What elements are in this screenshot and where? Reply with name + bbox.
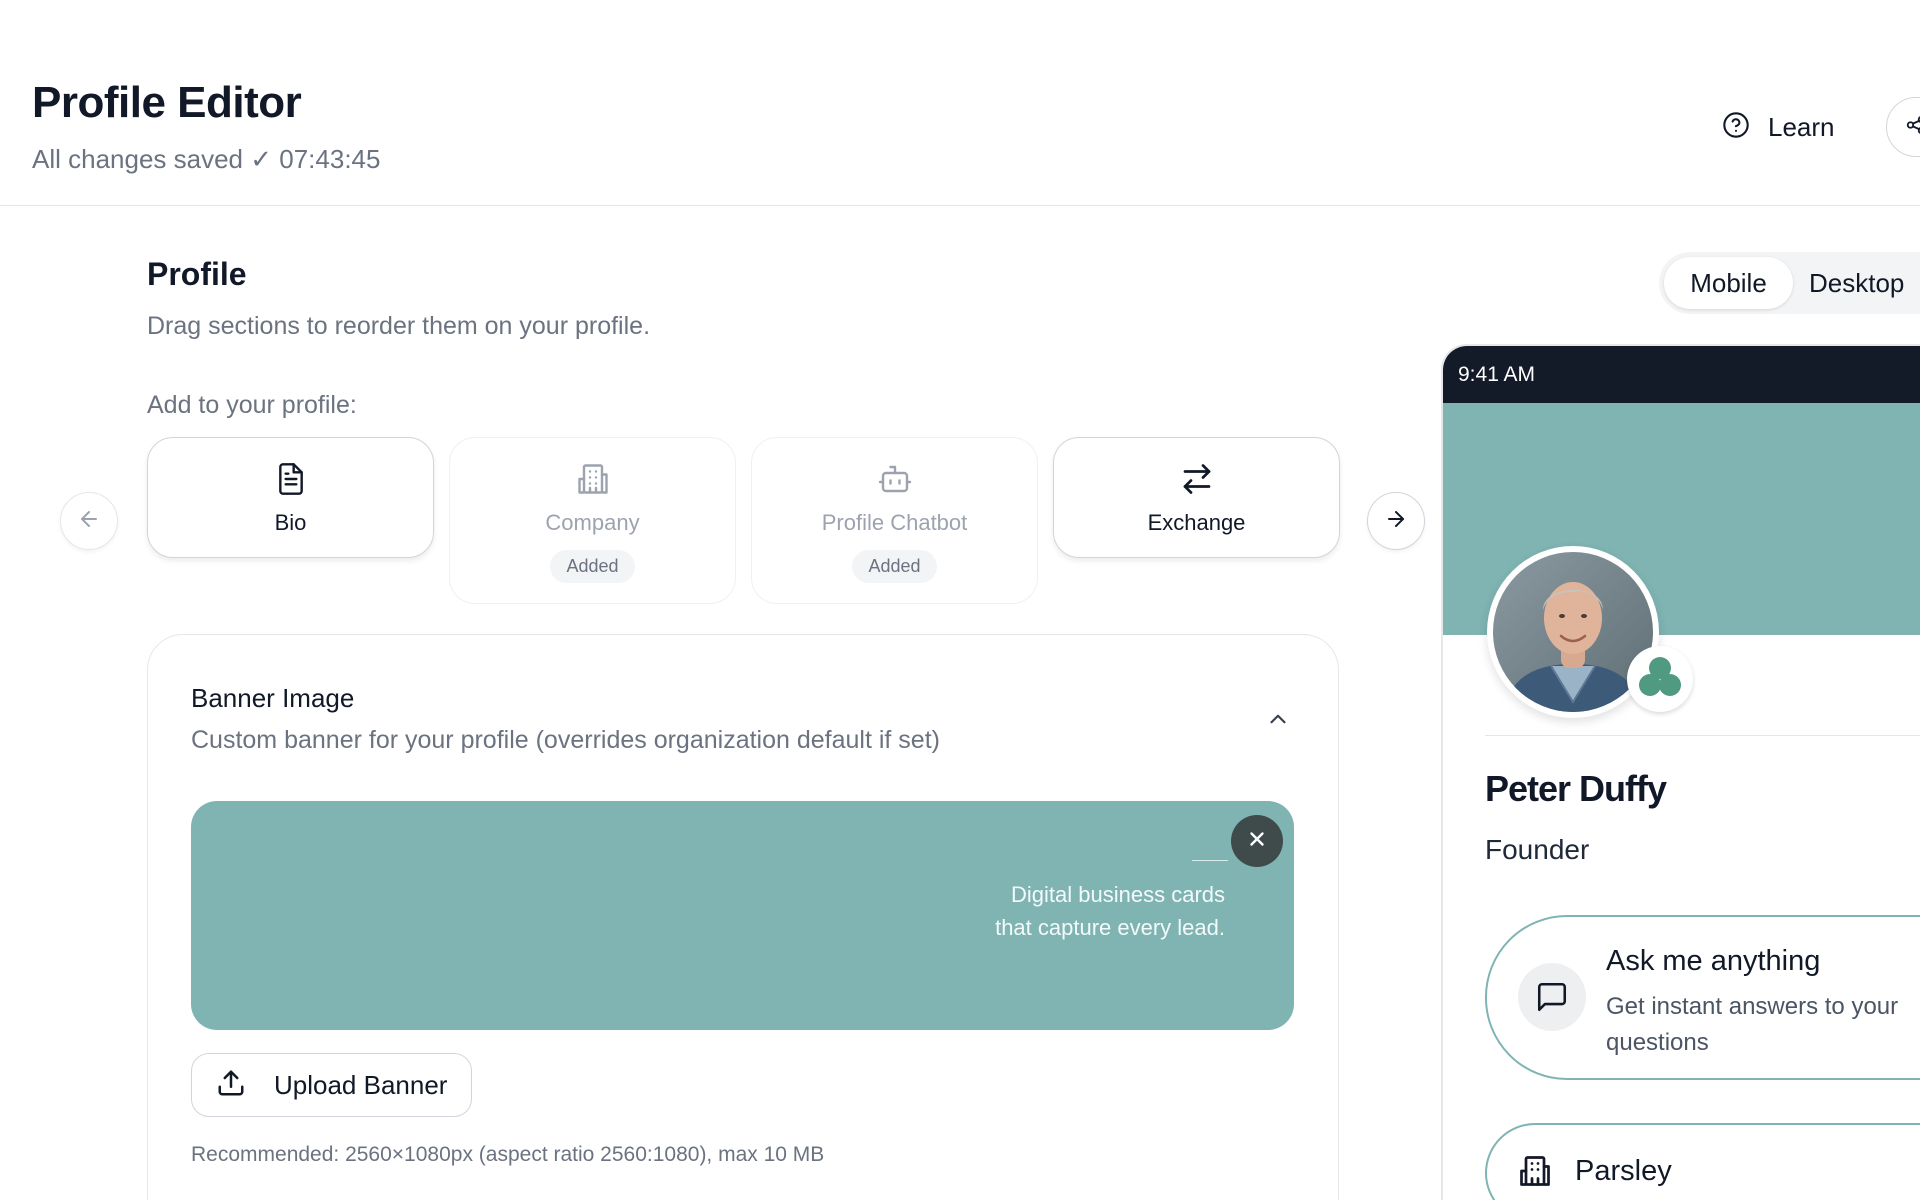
add-exchange-card[interactable]: Exchange bbox=[1053, 437, 1340, 558]
banner-size-hint: Recommended: 2560×1080px (aspect ratio 2… bbox=[191, 1143, 825, 1166]
upload-icon bbox=[216, 1068, 246, 1103]
add-to-profile-label: Add to your profile: bbox=[147, 391, 357, 419]
upload-banner-button[interactable]: Upload Banner bbox=[191, 1053, 472, 1117]
company-card[interactable]: Parsley bbox=[1485, 1123, 1920, 1200]
app-header: Profile Editor All changes saved ✓ 07:43… bbox=[0, 0, 1920, 206]
chatbot-card[interactable]: Ask me anything Get instant answers to y… bbox=[1485, 915, 1920, 1080]
added-badge: Added bbox=[550, 550, 635, 583]
learn-label: Learn bbox=[1768, 111, 1835, 142]
chat-bubble-icon bbox=[1518, 963, 1586, 1031]
card-label: Profile Chatbot bbox=[821, 510, 968, 535]
add-profile-chatbot-card[interactable]: Profile Chatbot Added bbox=[751, 437, 1038, 604]
company-name: Parsley bbox=[1575, 1155, 1672, 1187]
arrow-left-icon bbox=[77, 507, 101, 536]
card-label: Bio bbox=[274, 510, 307, 535]
avatar bbox=[1487, 546, 1693, 718]
banner-preview: Digital business cards that capture ever… bbox=[191, 801, 1294, 1030]
banner-description: Custom banner for your profile (override… bbox=[191, 726, 940, 754]
banner-tagline-line1: Digital business cards bbox=[1011, 882, 1225, 907]
add-company-card[interactable]: Company Added bbox=[449, 437, 736, 604]
collapse-button[interactable] bbox=[1258, 701, 1298, 741]
profile-name: Peter Duffy bbox=[1485, 768, 1667, 809]
exchange-icon bbox=[1179, 460, 1215, 498]
bot-icon bbox=[877, 460, 913, 498]
help-circle-icon bbox=[1722, 111, 1750, 144]
chatbot-subtitle: Get instant answers to your questions bbox=[1606, 993, 1899, 1056]
add-bio-card[interactable]: Bio bbox=[147, 437, 434, 558]
chatbot-title: Ask me anything bbox=[1606, 945, 1821, 977]
document-icon bbox=[275, 460, 307, 498]
section-subtitle: Drag sections to reorder them on your pr… bbox=[147, 312, 651, 340]
carousel-next-button[interactable] bbox=[1367, 492, 1425, 550]
share-icon bbox=[1905, 114, 1920, 141]
banner-accent-line bbox=[1192, 860, 1228, 861]
banner-tagline: Digital business cards that capture ever… bbox=[995, 878, 1225, 944]
divider bbox=[1485, 735, 1920, 736]
mobile-preview: 9:41 AM Peter Duffy Founder Ask me anyth… bbox=[1441, 344, 1920, 1200]
profile-role: Founder bbox=[1485, 834, 1590, 865]
card-label: Exchange bbox=[1147, 510, 1246, 535]
remove-banner-button[interactable] bbox=[1231, 815, 1283, 867]
building-icon bbox=[1517, 1153, 1553, 1194]
company-logo-badge bbox=[1627, 646, 1693, 712]
view-toggle: Mobile Desktop bbox=[1659, 252, 1920, 314]
banner-tagline-line2: that capture every lead. bbox=[995, 915, 1225, 940]
status-bar: 9:41 AM bbox=[1443, 346, 1920, 403]
banner-title: Banner Image bbox=[191, 683, 355, 713]
added-badge: Added bbox=[852, 550, 937, 583]
building-icon bbox=[575, 460, 611, 498]
parsley-logo-icon bbox=[1635, 652, 1685, 707]
chevron-up-icon bbox=[1265, 706, 1291, 737]
carousel-prev-button[interactable] bbox=[60, 492, 118, 550]
desktop-view-tab[interactable]: Desktop bbox=[1809, 257, 1904, 309]
card-label: Company bbox=[545, 510, 640, 535]
status-time: 9:41 AM bbox=[1458, 362, 1536, 386]
page-title: Profile Editor bbox=[32, 78, 302, 127]
arrow-right-icon bbox=[1384, 507, 1408, 536]
close-icon bbox=[1246, 828, 1268, 855]
section-title: Profile bbox=[147, 256, 247, 292]
learn-button[interactable]: Learn bbox=[1722, 104, 1835, 150]
save-status: All changes saved ✓ 07:43:45 bbox=[32, 144, 381, 174]
share-button[interactable] bbox=[1886, 97, 1920, 157]
mobile-view-tab[interactable]: Mobile bbox=[1664, 257, 1793, 309]
upload-banner-label: Upload Banner bbox=[274, 1069, 448, 1100]
banner-image-panel: Banner Image Custom banner for your prof… bbox=[147, 634, 1339, 1200]
